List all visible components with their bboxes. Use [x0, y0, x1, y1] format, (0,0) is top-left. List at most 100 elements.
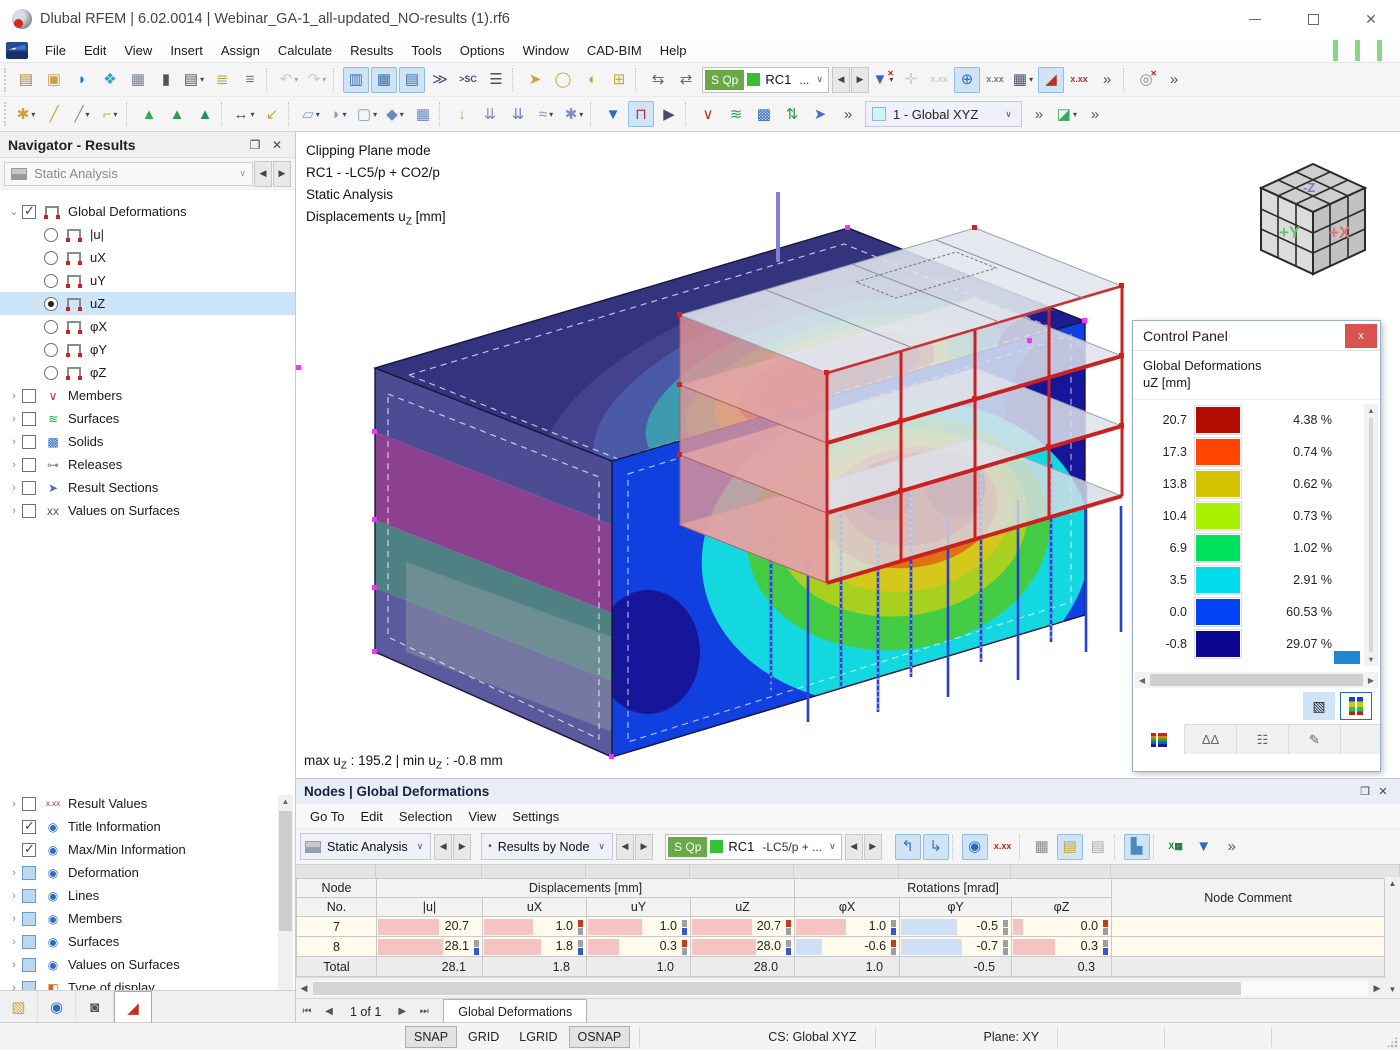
first-page-button[interactable]: ⏮	[296, 1006, 318, 1017]
load-case-combo[interactable]: S Qp RC1 ... ∨	[702, 66, 829, 93]
new-nodal-load[interactable]: ↓	[449, 101, 475, 127]
result-diagram[interactable]: ◢	[1037, 66, 1064, 93]
sync-selection-graphic[interactable]: ↰	[894, 833, 921, 860]
more-view[interactable]: »	[1161, 67, 1187, 93]
tree-item-solids[interactable]: › ▩ Solids	[0, 430, 295, 453]
chevron-down-icon[interactable]: ∨	[239, 168, 246, 179]
menu-view[interactable]: View	[115, 39, 161, 62]
checkbox-partial[interactable]	[22, 934, 36, 949]
new-polyline[interactable]: ⌐ ▾	[97, 101, 123, 127]
results-members[interactable]: ∨	[695, 101, 721, 127]
numeric-values[interactable]: x.xx	[982, 67, 1008, 93]
table-menu-settings[interactable]: Settings	[504, 806, 567, 827]
analysis-type-combo[interactable]: Static Analysis ∨ ◀ ▶	[0, 158, 295, 190]
graphics-viewport[interactable]: Clipping Plane mode RC1 - -LC5/p + CO2/p…	[296, 132, 1400, 778]
radio-unselected[interactable]	[44, 365, 58, 380]
new-block[interactable]: ▦	[410, 101, 436, 127]
new-nurbs[interactable]: ◗ ▾	[326, 101, 352, 127]
tree-item-members[interactable]: › ◉ Members	[0, 907, 279, 930]
new-member-load[interactable]: ⇊	[477, 101, 503, 127]
last-page-button[interactable]: ⏭	[413, 1006, 435, 1017]
new-solid[interactable]: ◆ ▾	[382, 101, 408, 127]
navigation-cube[interactable]: +Y +X -Z	[1241, 150, 1386, 285]
new-nodal-support[interactable]: ▲	[136, 101, 162, 127]
radio-selected[interactable]	[44, 296, 58, 311]
tree-item-deformation[interactable]: › ◉ Deformation	[0, 861, 279, 884]
new-line[interactable]: ╱	[41, 101, 67, 127]
expand-icon[interactable]: ›	[6, 959, 22, 971]
chevron-down-icon[interactable]: ∨	[816, 74, 823, 85]
import-model[interactable]: ❖	[97, 67, 123, 93]
shortcut-sc[interactable]: >SC	[455, 67, 481, 93]
tree-item-uz[interactable]: uZ	[0, 292, 295, 315]
checkbox-checked[interactable]	[22, 841, 36, 857]
checkbox-checked[interactable]	[22, 203, 36, 219]
more-table-tools[interactable]: »	[1219, 834, 1245, 860]
table-analysis-combo[interactable]: Static Analysis ∨	[300, 833, 432, 860]
checkbox-unchecked[interactable]	[22, 411, 36, 426]
chevron-down-icon[interactable]: ∨	[598, 841, 605, 852]
new-value-note[interactable]: ↙	[259, 101, 285, 127]
next-analysis-button[interactable]: ▶	[453, 833, 472, 860]
dlubal-connect[interactable]: ◗	[69, 67, 95, 93]
tab-filter[interactable]: ☷	[1237, 725, 1289, 754]
menu-tools[interactable]: Tools	[402, 39, 450, 62]
expand-icon[interactable]: ›	[6, 913, 22, 925]
select-special[interactable]: ⊞	[606, 67, 632, 93]
show-result-values[interactable]: ⊕	[953, 66, 980, 93]
table-view-results[interactable]: ▤	[1056, 833, 1083, 860]
show-values-in-graphic[interactable]: ◉	[961, 833, 988, 860]
checkbox-partial[interactable]	[22, 865, 36, 880]
chevron-down-icon[interactable]: ∨	[829, 841, 836, 852]
tab-color-scale[interactable]	[1133, 724, 1185, 754]
new-printout-report[interactable]: ≣	[209, 67, 235, 93]
radio-unselected[interactable]	[44, 319, 58, 334]
toggle-navigator[interactable]: ▥	[343, 66, 369, 93]
chevron-down-icon[interactable]: ∨	[1005, 109, 1012, 120]
coordinate-system-combo[interactable]: 1 - Global XYZ ∨	[865, 101, 1022, 127]
select-circle[interactable]: ◯	[550, 67, 576, 93]
expand-icon[interactable]: ›	[6, 867, 22, 879]
next-mode-button[interactable]: ▶	[635, 833, 654, 860]
tree-item-uy[interactable]: uY	[0, 269, 295, 292]
navigator-dock-icon[interactable]: ❐	[245, 138, 265, 152]
select-pointer[interactable]: ➤	[522, 67, 548, 93]
print[interactable]: ▤ ▾	[181, 67, 207, 93]
tree-item-lines[interactable]: › ◉ Lines	[0, 884, 279, 907]
new-generated-load[interactable]: ✱ ▾	[561, 101, 587, 127]
save-model[interactable]: ▮	[153, 67, 179, 93]
minimize-button[interactable]	[1226, 0, 1284, 38]
new-dimension[interactable]: ↔ ▾	[231, 101, 257, 127]
result-grid[interactable]: ▦ ▾	[1010, 67, 1036, 93]
control-panel-close-button[interactable]: x	[1345, 323, 1377, 348]
results-support-reactions[interactable]: ⇅	[779, 101, 805, 127]
nav-tab-display[interactable]: ◉	[38, 991, 76, 1023]
table-row[interactable]: 7 20.7 1.0 1.0 20.7 1.0 -0.5 0.0	[296, 916, 1385, 937]
legend-hscrollbar[interactable]: ◀ ▶	[1135, 672, 1378, 688]
checkbox-unchecked[interactable]	[22, 503, 36, 518]
new-model[interactable]: ▤	[13, 67, 39, 93]
tree-item-values-on-surfaces[interactable]: › ◉ Values on Surfaces	[0, 953, 279, 976]
checkbox-partial[interactable]	[22, 911, 36, 926]
table-load-case-combo[interactable]: S Qp RC1 -LC5/p + ... ∨	[665, 833, 842, 860]
project-navigator[interactable]: ▦	[125, 67, 151, 93]
status-lgrid-toggle[interactable]: LGRID	[510, 1026, 566, 1048]
visibility-modes[interactable]: ◪ ▾	[1054, 101, 1080, 127]
menu-assign[interactable]: Assign	[212, 39, 269, 62]
filter-objects[interactable]: ▼	[600, 101, 626, 127]
checkbox-partial[interactable]	[22, 888, 36, 903]
table-dock-icon[interactable]: ❐	[1356, 785, 1374, 798]
sheet-tab-global-deformations[interactable]: Global Deformations	[443, 998, 588, 1025]
new-opening[interactable]: ▢ ▾	[354, 101, 380, 127]
more-results[interactable]: »	[1094, 67, 1120, 93]
checkbox-checked[interactable]	[22, 818, 36, 834]
checkbox-unchecked[interactable]	[22, 796, 36, 811]
expand-icon[interactable]: ›	[6, 482, 22, 494]
table-vscrollbar[interactable]: ▲ ▼	[1385, 877, 1400, 997]
tree-item-u[interactable]: |u|	[0, 223, 295, 246]
expand-icon[interactable]: ›	[6, 936, 22, 948]
prev-mode-button[interactable]: ◀	[616, 833, 635, 860]
expand-icon[interactable]: ›	[6, 390, 22, 402]
menu-window[interactable]: Window	[514, 39, 578, 62]
tree-item-members[interactable]: › ∨ Members	[0, 384, 295, 407]
